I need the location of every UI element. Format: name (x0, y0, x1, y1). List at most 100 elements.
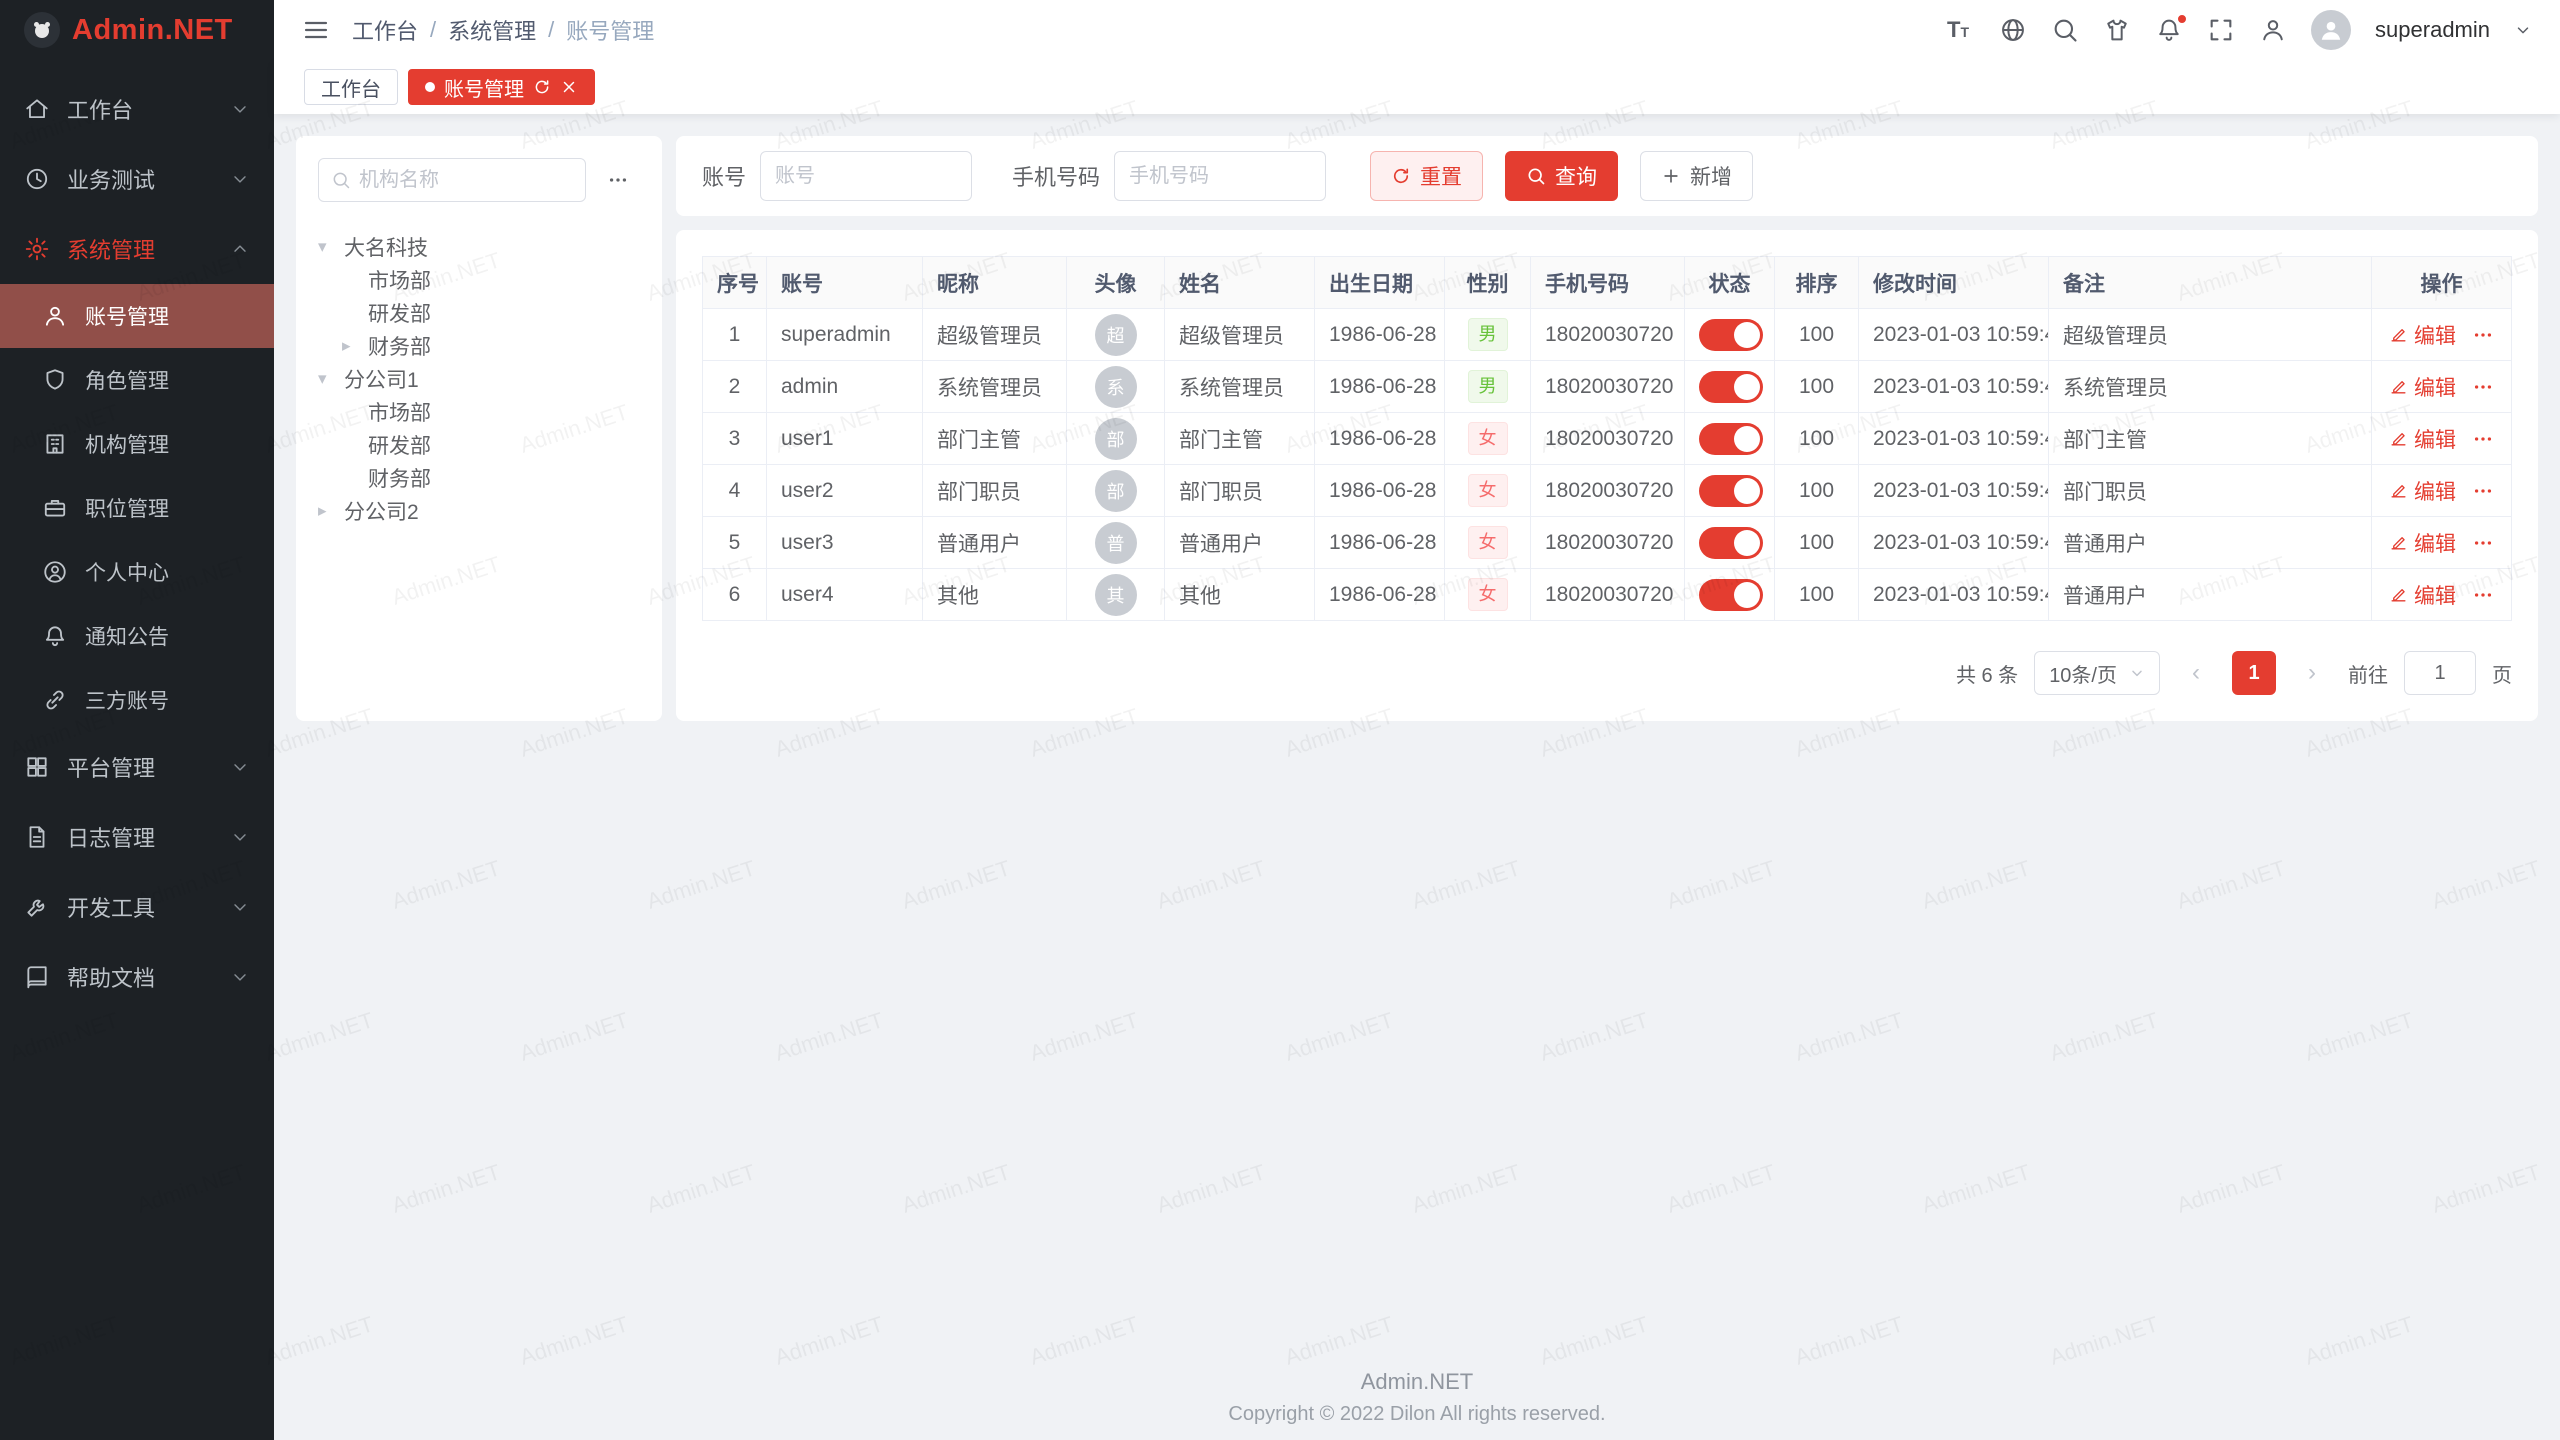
sidebar-item-dev-tools[interactable]: 开发工具 (0, 872, 274, 942)
tree-node[interactable]: 市场部 (318, 395, 640, 428)
account-input[interactable] (760, 151, 972, 201)
more-actions-icon[interactable] (2472, 532, 2494, 554)
column-header-name: 姓名 (1165, 257, 1315, 309)
profile-icon[interactable] (2259, 16, 2287, 44)
sidebar-item-platform-management[interactable]: 平台管理 (0, 732, 274, 802)
tree-node[interactable]: 研发部 (318, 296, 640, 329)
tree-node[interactable]: 研发部 (318, 428, 640, 461)
chevron-down-icon (230, 897, 250, 917)
tab-refresh-icon[interactable] (533, 78, 551, 96)
sidebar-item-personal-center[interactable]: 个人中心 (0, 540, 274, 604)
sidebar-item-system-management[interactable]: 系统管理 (0, 214, 274, 284)
gender-badge: 女 (1468, 422, 1508, 455)
sidebar-item-org-management[interactable]: 机构管理 (0, 412, 274, 476)
page-size-select[interactable]: 10条/页 (2034, 651, 2160, 695)
cell-birth: 1986-06-28 (1315, 361, 1445, 413)
caret-down-icon[interactable]: ▾ (318, 237, 344, 257)
fullscreen-icon[interactable] (2207, 16, 2235, 44)
tab-account-management[interactable]: 账号管理 (408, 69, 595, 105)
sidebar-item-help-docs[interactable]: 帮助文档 (0, 942, 274, 1012)
reset-button[interactable]: 重置 (1370, 151, 1483, 201)
edit-button[interactable]: 编辑 (2389, 528, 2456, 558)
cell-op: 编辑 (2372, 569, 2512, 621)
goto-label: 前往 (2348, 659, 2388, 688)
prev-page-button[interactable]: ‹ (2176, 651, 2216, 695)
more-actions-icon[interactable] (2472, 324, 2494, 346)
cell-op: 编辑 (2372, 465, 2512, 517)
caret-right-icon[interactable]: ▸ (342, 336, 368, 356)
search-button[interactable]: 查询 (1505, 151, 1618, 201)
link-icon (42, 687, 68, 713)
tab-close-icon[interactable] (560, 78, 578, 96)
page-number-current[interactable]: 1 (2232, 651, 2276, 695)
org-search-input[interactable] (359, 169, 573, 192)
account-label: 账号 (702, 160, 746, 192)
tree-node-label: 市场部 (368, 397, 431, 427)
tree-node[interactable]: ▸财务部 (318, 329, 640, 362)
font-size-icon[interactable]: TT (1947, 16, 1975, 44)
tree-more-button[interactable] (596, 158, 640, 202)
tree-node[interactable]: ▾大名科技 (318, 230, 640, 263)
goto-page-input[interactable] (2404, 651, 2476, 695)
tree-node[interactable]: ▾分公司1 (318, 362, 640, 395)
cell-account: superadmin (767, 309, 923, 361)
sidebar-item-account-management[interactable]: 账号管理 (0, 284, 274, 348)
app-logo[interactable]: Admin.NET (0, 0, 274, 60)
caret-right-icon[interactable]: ▸ (318, 501, 344, 521)
sidebar-item-role-management[interactable]: 角色管理 (0, 348, 274, 412)
status-toggle[interactable] (1699, 319, 1763, 351)
status-toggle[interactable] (1699, 579, 1763, 611)
edit-button[interactable]: 编辑 (2389, 580, 2456, 610)
caret-down-icon[interactable]: ▾ (318, 369, 344, 389)
tree-node[interactable]: 财务部 (318, 461, 640, 494)
user-avatar[interactable] (2311, 10, 2351, 50)
book-icon (24, 964, 50, 990)
status-toggle[interactable] (1699, 423, 1763, 455)
notification-bell-icon[interactable] (2155, 16, 2183, 44)
cell-nickname: 部门主管 (923, 413, 1067, 465)
search-icon[interactable] (2051, 16, 2079, 44)
bell-icon (42, 623, 68, 649)
tree-node[interactable]: 市场部 (318, 263, 640, 296)
tree-node[interactable]: ▸分公司2 (318, 494, 640, 527)
gender-badge: 男 (1468, 370, 1508, 403)
edit-button[interactable]: 编辑 (2389, 372, 2456, 402)
sidebar-item-notice-announcement[interactable]: 通知公告 (0, 604, 274, 668)
phone-input[interactable] (1114, 151, 1326, 201)
file-icon (24, 824, 50, 850)
cell-op: 编辑 (2372, 309, 2512, 361)
add-button[interactable]: 新增 (1640, 151, 1753, 201)
sidebar-item-log-management[interactable]: 日志管理 (0, 802, 274, 872)
breadcrumb-item-current: 账号管理 (566, 14, 654, 46)
edit-button[interactable]: 编辑 (2389, 424, 2456, 454)
breadcrumb-item[interactable]: 工作台 (352, 14, 418, 46)
hamburger-menu-icon[interactable] (302, 16, 330, 44)
edit-button[interactable]: 编辑 (2389, 476, 2456, 506)
org-tree: ▾大名科技市场部研发部▸财务部▾分公司1市场部研发部财务部▸分公司2 (318, 230, 640, 527)
more-actions-icon[interactable] (2472, 428, 2494, 450)
sidebar-item-position-management[interactable]: 职位管理 (0, 476, 274, 540)
tree-node-label: 分公司2 (344, 496, 419, 526)
status-toggle[interactable] (1699, 527, 1763, 559)
sidebar-item-workbench[interactable]: 工作台 (0, 74, 274, 144)
chevron-down-icon (2129, 665, 2145, 681)
username[interactable]: superadmin (2375, 17, 2490, 43)
more-actions-icon[interactable] (2472, 376, 2494, 398)
more-actions-icon[interactable] (2472, 480, 2494, 502)
sidebar-item-third-party-account[interactable]: 三方账号 (0, 668, 274, 732)
chevron-down-icon[interactable] (2514, 21, 2532, 39)
tab-workbench[interactable]: 工作台 (304, 69, 398, 105)
next-page-button[interactable]: › (2292, 651, 2332, 695)
cell-gender: 男 (1445, 309, 1531, 361)
language-icon[interactable] (1999, 16, 2027, 44)
breadcrumb-item[interactable]: 系统管理 (448, 14, 536, 46)
sidebar-item-business-test[interactable]: 业务测试 (0, 144, 274, 214)
edit-button[interactable]: 编辑 (2389, 320, 2456, 350)
status-toggle[interactable] (1699, 371, 1763, 403)
more-actions-icon[interactable] (2472, 584, 2494, 606)
status-toggle[interactable] (1699, 475, 1763, 507)
cell-avatar: 超 (1067, 309, 1165, 361)
pagination: 共 6 条 10条/页 ‹ 1 › 前往 页 (702, 651, 2512, 695)
theme-icon[interactable] (2103, 16, 2131, 44)
cell-account: user4 (767, 569, 923, 621)
